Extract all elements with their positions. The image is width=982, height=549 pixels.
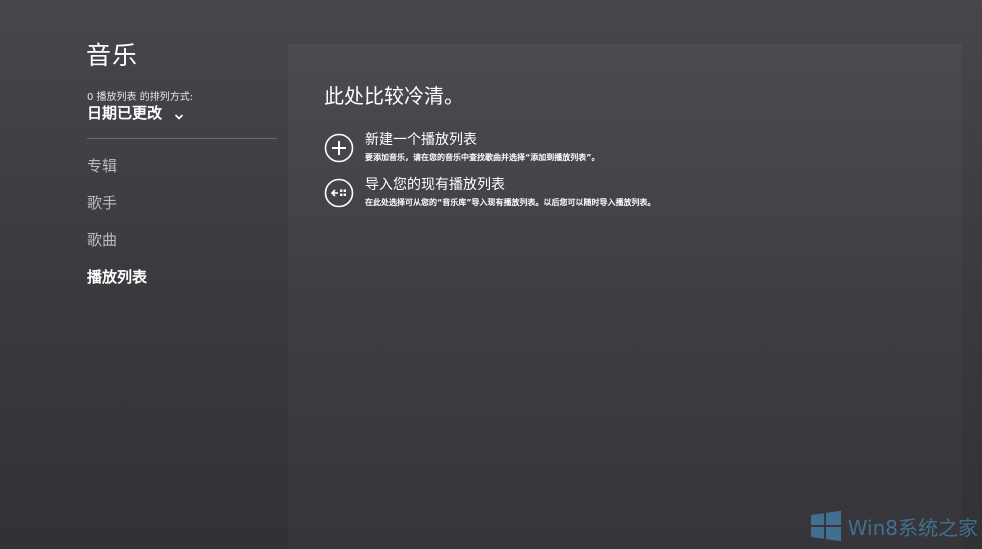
import-playlist-action[interactable]: 导入您的现有播放列表 在此处选择可从您的“音乐库”导入现有播放列表。以后您可以随… — [324, 176, 656, 208]
new-playlist-title: 新建一个播放列表 — [365, 132, 477, 148]
new-playlist-action[interactable]: 新建一个播放列表 要添加音乐，请在您的音乐中查找歌曲并选择“添加到播放列表”。 — [324, 131, 600, 163]
chevron-down-icon — [174, 107, 184, 120]
import-circle-icon — [324, 178, 354, 208]
nav-item-albums[interactable]: 专辑 — [87, 155, 117, 176]
sidebar: 音乐 0 播放列表 的排列方式: 日期已更改 专辑 歌手 歌曲 播放列表 — [0, 0, 288, 549]
sidebar-divider — [87, 138, 277, 139]
app-title: 音乐 — [86, 41, 139, 70]
sort-dropdown[interactable]: 日期已更改 — [87, 101, 184, 123]
import-playlist-description: 在此处选择可从您的“音乐库”导入现有播放列表。以后您可以随时导入播放列表。 — [365, 198, 656, 207]
nav-item-playlists[interactable]: 播放列表 — [87, 266, 147, 287]
nav-item-songs[interactable]: 歌曲 — [87, 229, 117, 250]
main-panel — [288, 44, 962, 549]
watermark: Win8系统之家 — [810, 510, 978, 542]
plus-circle-icon — [324, 133, 354, 163]
nav-item-artists[interactable]: 歌手 — [87, 192, 117, 213]
empty-state-heading: 此处比较冷清。 — [324, 84, 464, 108]
sort-value: 日期已更改 — [87, 103, 163, 122]
watermark-text: Win8系统之家 — [847, 515, 978, 540]
new-playlist-description: 要添加音乐，请在您的音乐中查找歌曲并选择“添加到播放列表”。 — [365, 153, 600, 162]
windows-logo-icon — [810, 510, 842, 542]
import-playlist-title: 导入您的现有播放列表 — [365, 177, 505, 193]
